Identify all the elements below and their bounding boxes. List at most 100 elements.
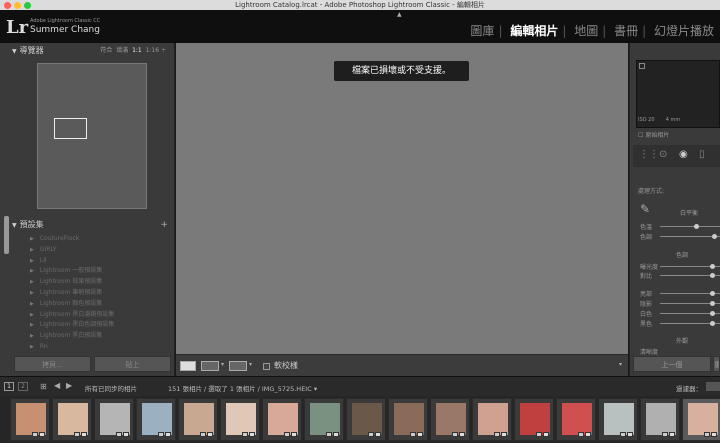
grid-view-icon[interactable]: ⊞ — [40, 382, 47, 391]
preset-folder[interactable]: ▶ Lightroom 黑白預設集 — [30, 331, 170, 342]
white-balance-eyedropper-icon[interactable]: ✎ — [640, 202, 650, 216]
filmstrip-thumbnail[interactable] — [136, 398, 176, 441]
crop-tool-icon[interactable]: ⋮⋮ — [639, 149, 659, 160]
preset-folder[interactable]: ▶ Lightroom 筆刷預設集 — [30, 288, 170, 299]
disclosure-triangle-icon: ▶ — [30, 236, 34, 242]
module-book[interactable]: 書冊 — [614, 24, 638, 38]
preset-folder-label: Lightroom 顏色預設集 — [39, 299, 103, 307]
tint-slider[interactable] — [660, 236, 720, 237]
thumbnail-image — [646, 403, 676, 435]
disclosure-triangle-icon: ▶ — [30, 279, 34, 286]
shadows-slider-knob[interactable] — [710, 301, 715, 306]
filmstrip-thumbnail[interactable] — [682, 398, 720, 441]
dropdown-arrow-icon[interactable]: ▾ — [249, 361, 252, 368]
navigator-title: 導覽器 — [19, 46, 44, 55]
contrast-slider-knob[interactable] — [710, 273, 715, 278]
graduated-filter-icon[interactable]: ▯ — [699, 149, 705, 160]
tone-label: 色調 — [676, 252, 689, 259]
highlights-slider-knob[interactable] — [710, 291, 715, 296]
spot-removal-icon[interactable]: ⊙ — [659, 149, 667, 160]
preset-folder[interactable]: ▶ Lightroom 顏色預設集 — [30, 299, 170, 310]
preset-folder[interactable]: ▶ Lightroom 黑白濾鏡預設集 — [30, 310, 170, 321]
filmstrip-thumbnail[interactable] — [178, 398, 218, 441]
filmstrip-thumbnail[interactable] — [514, 398, 554, 441]
filmstrip-thumbnail[interactable] — [304, 398, 344, 441]
preset-folder[interactable]: ▶ Lil — [30, 256, 170, 267]
filmstrip-thumbnail[interactable] — [556, 398, 596, 441]
original-photo-toggle[interactable]: ☐ 原始相片 — [638, 130, 669, 139]
secondary-window-button[interactable]: 2 — [18, 382, 28, 391]
thumbnail-image — [352, 403, 382, 435]
forward-arrow-icon[interactable]: ▶ — [66, 381, 72, 390]
photo-canvas[interactable] — [176, 43, 628, 354]
filmstrip-thumbnail[interactable] — [388, 398, 428, 441]
filmstrip-thumbnail[interactable] — [430, 398, 470, 441]
presets-header[interactable]: ▼ 預設集 + — [12, 218, 172, 232]
synced-badge-icon — [620, 432, 626, 437]
collapse-top-panel-icon[interactable]: ▲ — [397, 11, 402, 18]
clipping-indicator-icon[interactable] — [639, 63, 645, 69]
filmstrip-thumbnail[interactable] — [52, 398, 92, 441]
filmstrip-thumbnail[interactable] — [10, 398, 50, 441]
before-after-yy-icon[interactable] — [229, 361, 247, 371]
preset-folder[interactable]: ▶ Rn — [30, 342, 170, 353]
copy-button[interactable]: 拷貝... — [14, 356, 91, 372]
synced-badge-icon — [284, 432, 290, 437]
zoom-fit-option[interactable]: 符合 — [100, 47, 112, 54]
loupe-view-icon[interactable] — [180, 361, 196, 371]
preset-folder-label: Lightroom 黑白濾鏡預設集 — [39, 310, 115, 318]
preset-folder[interactable]: ▶ CoutureFlock — [30, 234, 170, 245]
disclosure-triangle-icon: ▼ — [12, 48, 17, 55]
filmstrip-thumbnail[interactable] — [220, 398, 260, 441]
filmstrip-thumbnail[interactable] — [262, 398, 302, 441]
toolbar-menu-icon[interactable]: ▾ — [619, 361, 622, 368]
preset-folder[interactable]: ▶ Lightroom 一般預設集 — [30, 266, 170, 277]
filmstrip-thumbnail[interactable] — [346, 398, 386, 441]
title-bar: Lightroom Catalog.lrcat - Adobe Photosho… — [0, 0, 720, 10]
preset-folder[interactable]: ▶ GIRLY — [30, 245, 170, 256]
previous-button[interactable]: 上一個 — [633, 356, 711, 372]
filmstrip-thumbnail[interactable] — [640, 398, 680, 441]
presence-label: 外觀 — [676, 338, 689, 345]
primary-window-button[interactable]: 1 — [4, 382, 14, 391]
filter-dropdown[interactable] — [706, 382, 720, 391]
edited-badge-icon — [81, 432, 87, 437]
filmstrip-thumbnail[interactable] — [598, 398, 638, 441]
exposure-slider-knob[interactable] — [710, 264, 715, 269]
module-develop[interactable]: 編輯相片 — [510, 24, 558, 38]
preset-folder[interactable]: ▶ Lightroom 黑白色調預設集 — [30, 320, 170, 331]
module-map[interactable]: 地圖 — [574, 24, 598, 38]
identity-plate: ▲ Lr Adobe Lightroom Classic CC Summer C… — [0, 10, 720, 43]
source-label[interactable]: 所有已同步的相片 — [85, 383, 137, 393]
zoom-custom-option[interactable]: 1:16 ÷ — [146, 47, 166, 54]
preset-folder[interactable]: ▶ Lightroom 效果預設集 — [30, 277, 170, 288]
back-arrow-icon[interactable]: ◀ — [54, 381, 60, 390]
module-library[interactable]: 圖庫 — [470, 24, 494, 38]
user-name: Summer Chang — [30, 25, 100, 35]
reset-button[interactable]: 重設 — [713, 356, 720, 372]
add-preset-icon[interactable]: + — [160, 218, 168, 232]
synced-badge-icon — [32, 432, 38, 437]
selection-status[interactable]: 151 張相片 / 選取了 1 張相片 / IMG_5725.HEIC ▾ — [168, 383, 317, 393]
soft-proof-label: 軟校樣 — [274, 361, 298, 370]
dropdown-arrow-icon[interactable]: ▾ — [221, 361, 224, 368]
tint-slider-knob[interactable] — [712, 234, 717, 239]
navigator-viewport-rect[interactable] — [54, 118, 87, 139]
left-panel-scrollbar[interactable] — [4, 216, 9, 254]
navigator-header[interactable]: ▼ 導覽器 符合 填滿 1:1 1:16 ÷ — [12, 44, 172, 58]
soft-proof-checkbox[interactable] — [263, 363, 270, 370]
before-after-lr-icon[interactable] — [201, 361, 219, 371]
whites-slider-knob[interactable] — [710, 311, 715, 316]
temp-slider-knob[interactable] — [694, 224, 699, 229]
paste-button[interactable]: 貼上 — [94, 356, 171, 372]
disclosure-triangle-icon: ▶ — [30, 333, 34, 340]
edited-badge-icon — [249, 432, 255, 437]
red-eye-icon[interactable]: ◉ — [679, 149, 688, 160]
module-slideshow[interactable]: 幻燈片播放 — [654, 24, 714, 38]
filmstrip-thumbnail[interactable] — [472, 398, 512, 441]
zoom-1to1-option[interactable]: 1:1 — [132, 47, 142, 54]
zoom-fill-option[interactable]: 填滿 — [116, 47, 128, 54]
blacks-slider-knob[interactable] — [710, 321, 715, 326]
temp-slider[interactable] — [660, 226, 720, 227]
filmstrip-thumbnail[interactable] — [94, 398, 134, 441]
